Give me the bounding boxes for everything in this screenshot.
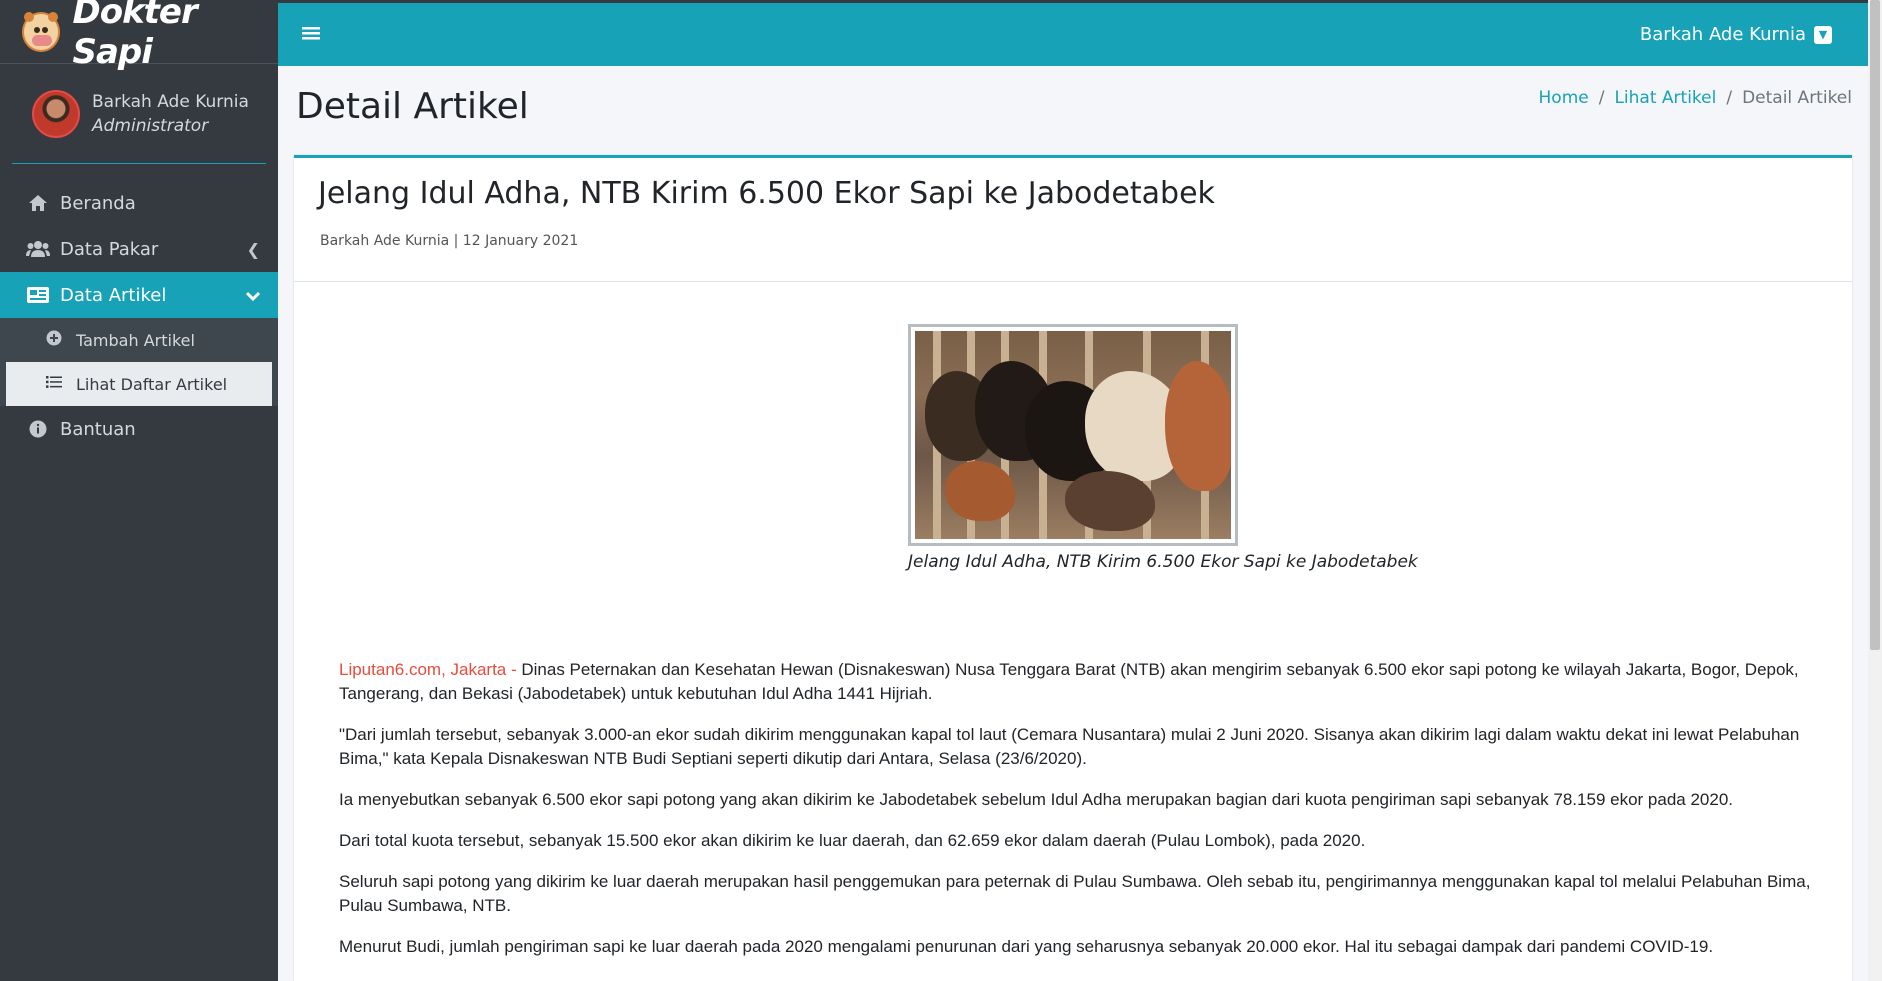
article-source: Liputan6.com, Jakarta - [339,660,522,679]
users-icon [26,239,50,259]
avatar [32,89,80,138]
article-paragraph: "Dari jumlah tersebut, sebanyak 3.000-an… [339,725,1800,768]
sidebar-subitem-label: Tambah Artikel [76,330,195,350]
cow-logo-icon [22,11,61,52]
article-figure: Jelang Idul Adha, NTB Kirim 6.500 Ekor S… [908,324,1418,572]
home-icon [26,193,50,213]
sidebar-item-label: Bantuan [60,418,136,440]
article-title: Jelang Idul Adha, NTB Kirim 6.500 Ekor S… [318,176,1215,211]
chevron-down-icon [245,286,261,305]
page-title: Detail Artikel [296,86,529,127]
list-icon [44,375,64,393]
sidebar-item-label: Data Pakar [60,238,159,260]
chevron-left-icon: ❮ [246,239,260,259]
article-paragraph: Ia menyebutkan sebanyak 6.500 ekor sapi … [339,790,1733,809]
article-image [908,324,1238,546]
sidebar-subitem-label: Lihat Daftar Artikel [76,374,228,394]
sidebar-submenu: Tambah Artikel Lihat Daftar Artikel [0,318,278,406]
image-caption: Jelang Idul Adha, NTB Kirim 6.500 Ekor S… [908,552,1418,572]
brand-link[interactable]: Dokter Sapi [0,0,278,72]
sidebar-item-lihat-daftar-artikel[interactable]: Lihat Daftar Artikel [6,362,272,406]
breadcrumb-separator: / [1598,88,1605,108]
article-paragraph: Liputan6.com, Jakarta - Dinas Peternakan… [339,658,1819,706]
breadcrumb-home-link[interactable]: Home [1539,88,1589,108]
sidebar-item-label: Data Artikel [60,284,167,306]
cows-photo [915,331,1231,539]
content-header: Detail Artikel Home / Lihat Artikel / De… [296,66,1854,152]
scrollbar-thumb[interactable] [1870,0,1880,650]
sidebar-user-name: Barkah Ade Kurnia [92,91,249,112]
breadcrumb: Home / Lihat Artikel / Detail Artikel [1539,88,1852,108]
sidebar-item-bantuan[interactable]: Bantuan [0,406,278,452]
breadcrumb-lihat-artikel-link[interactable]: Lihat Artikel [1614,88,1716,108]
article-paragraph: Menurut Budi, jumlah pengiriman sapi ke … [339,937,1714,956]
article-paragraph: Seluruh sapi potong yang dikirim ke luar… [339,872,1811,915]
sidebar-item-data-pakar[interactable]: Data Pakar ❮ [0,226,278,272]
article-body: Liputan6.com, Jakarta - Dinas Peternakan… [339,658,1819,976]
newspaper-icon [26,285,50,305]
breadcrumb-separator: / [1726,88,1733,108]
sidebar-item-data-artikel[interactable]: Data Artikel [0,272,278,318]
page-scrollbar[interactable] [1868,0,1882,981]
breadcrumb-current: Detail Artikel [1742,88,1852,108]
sidebar-item-label: Beranda [60,192,136,214]
brand-name: Dokter Sapi [72,0,197,72]
sidebar-item-beranda[interactable]: Beranda [0,180,278,226]
main-sidebar: Dokter Sapi Barkah Ade Kurnia Administra… [0,0,278,981]
user-panel[interactable]: Barkah Ade Kurnia Administrator [12,64,266,164]
sidebar-nav: Beranda Data Pakar ❮ Data Artikel Tambah… [0,180,278,452]
sidebar-item-tambah-artikel[interactable]: Tambah Artikel [6,318,272,362]
hamburger-menu-icon[interactable] [302,22,320,47]
caret-square-down-icon: ▼ [1814,25,1832,44]
sidebar-user-role: Administrator [92,115,209,136]
user-dropdown[interactable]: Barkah Ade Kurnia ▼ [1640,24,1832,45]
article-header: Jelang Idul Adha, NTB Kirim 6.500 Ekor S… [294,158,1852,282]
top-navbar: Barkah Ade Kurnia ▼ [278,0,1868,66]
paragraph-text: Dinas Peternakan dan Kesehatan Hewan (Di… [339,660,1799,703]
article-meta: Barkah Ade Kurnia | 12 January 2021 [320,233,579,249]
article-card: Jelang Idul Adha, NTB Kirim 6.500 Ekor S… [294,155,1852,981]
info-icon [26,419,50,439]
plus-circle-icon [44,330,64,350]
article-paragraph: Dari total kuota tersebut, sebanyak 15.5… [339,831,1366,850]
top-user-name: Barkah Ade Kurnia [1639,24,1806,45]
